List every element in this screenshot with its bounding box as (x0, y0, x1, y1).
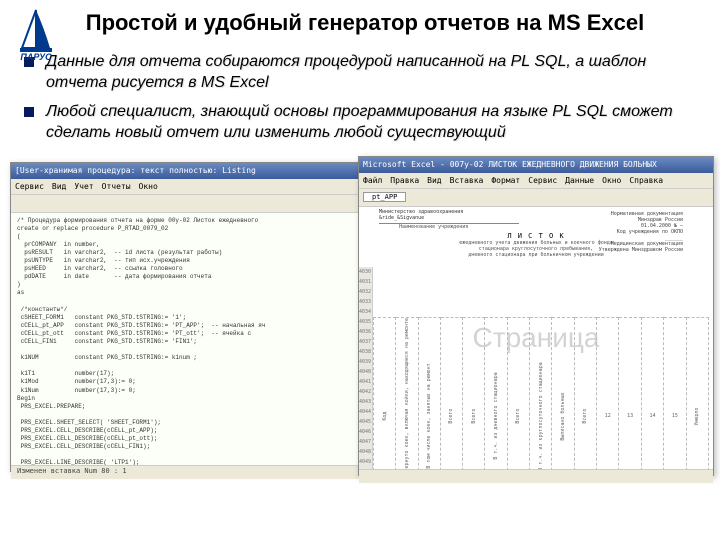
window-titlebar: Microsoft Excel - 007у-02 ЛИСТОК ЕЖЕДНЕВ… (359, 157, 713, 173)
menu-item[interactable]: Окно (139, 182, 158, 191)
brand-logo: ПАРУС (8, 8, 64, 70)
col-header: В т.ч. из круглосуточного стационара (530, 317, 552, 469)
col-header: Фактически развернуто коек, включая койк… (396, 317, 418, 469)
form-org-sub: Наименование учреждения (379, 223, 519, 230)
menu-item[interactable]: Файл (363, 176, 382, 185)
toolbar[interactable]: pt_APP (359, 189, 713, 207)
slide-title: Простой и удобный генератор отчетов на M… (0, 0, 720, 52)
bullet-item: Данные для отчета собираются процедурой … (24, 52, 700, 94)
menu-bar[interactable]: Сервис Вид Учет Отчеты Окно (11, 179, 399, 195)
col-header: Выписано больных (552, 317, 574, 469)
toolbar[interactable] (11, 195, 399, 213)
window-title: Microsoft Excel - 007у-02 ЛИСТОК ЕЖЕДНЕВ… (363, 160, 657, 169)
menu-item[interactable]: Учет (74, 182, 93, 191)
bullet-text: Данные для отчета собираются процедурой … (46, 52, 700, 94)
code-editor[interactable]: /* Процедура формирования отчета на форм… (11, 213, 399, 465)
menu-bar[interactable]: Файл Правка Вид Вставка Формат Сервис Да… (359, 173, 713, 189)
plsql-editor-window: [User-хранимая процедура: текст полность… (10, 162, 400, 472)
name-box[interactable]: pt_APP (363, 192, 406, 202)
col-header: В том числе коек, занятых на ремонт (418, 317, 440, 469)
bullet-text: Любой специалист, знающий основы програм… (46, 102, 700, 144)
col-header: В т.ч. из дневного стационара (485, 317, 507, 469)
menu-item[interactable]: Окно (602, 176, 621, 185)
form-header-right: Нормативная документация Минздрав России… (599, 211, 683, 253)
data-grid[interactable]: Код Фактически развернуто коек, включая … (373, 317, 709, 469)
col-header: Код (374, 317, 396, 469)
menu-item[interactable]: Отчеты (102, 182, 131, 191)
window-title: [User-хранимая процедура: текст полность… (15, 166, 256, 175)
excel-status-bar (359, 469, 713, 483)
row-headers: 4030403140324033403440354036403740384039… (359, 267, 373, 469)
excel-window: Microsoft Excel - 007у-02 ЛИСТОК ЕЖЕДНЕВ… (358, 156, 714, 476)
col-header: Всего (574, 317, 596, 469)
col-header: 15 (664, 317, 686, 469)
menu-item[interactable]: Вид (427, 176, 441, 185)
status-bar: Изменен вставка Num 80 : 1 (11, 465, 399, 479)
menu-item[interactable]: Формат (491, 176, 520, 185)
menu-item[interactable]: Данные (565, 176, 594, 185)
col-header: 13 (619, 317, 641, 469)
col-header: Всего (463, 317, 485, 469)
col-header: 14 (641, 317, 663, 469)
col-header: Умерло (686, 317, 708, 469)
menu-item[interactable]: Сервис (15, 182, 44, 191)
col-header: 12 (597, 317, 619, 469)
menu-item[interactable]: Правка (390, 176, 419, 185)
col-header: Всего (507, 317, 529, 469)
worksheet[interactable]: Нормативная документация Минздрав России… (359, 207, 713, 469)
bullet-icon (24, 107, 34, 117)
menu-item[interactable]: Справка (629, 176, 663, 185)
bullet-list: Данные для отчета собираются процедурой … (0, 52, 720, 161)
window-titlebar: [User-хранимая процедура: текст полность… (11, 163, 399, 179)
col-header: Всего (440, 317, 462, 469)
menu-item[interactable]: Сервис (528, 176, 557, 185)
screenshots-area: [User-хранимая процедура: текст полность… (10, 162, 710, 492)
menu-item[interactable]: Вид (52, 182, 66, 191)
menu-item[interactable]: Вставка (450, 176, 484, 185)
bullet-item: Любой специалист, знающий основы програм… (24, 102, 700, 144)
